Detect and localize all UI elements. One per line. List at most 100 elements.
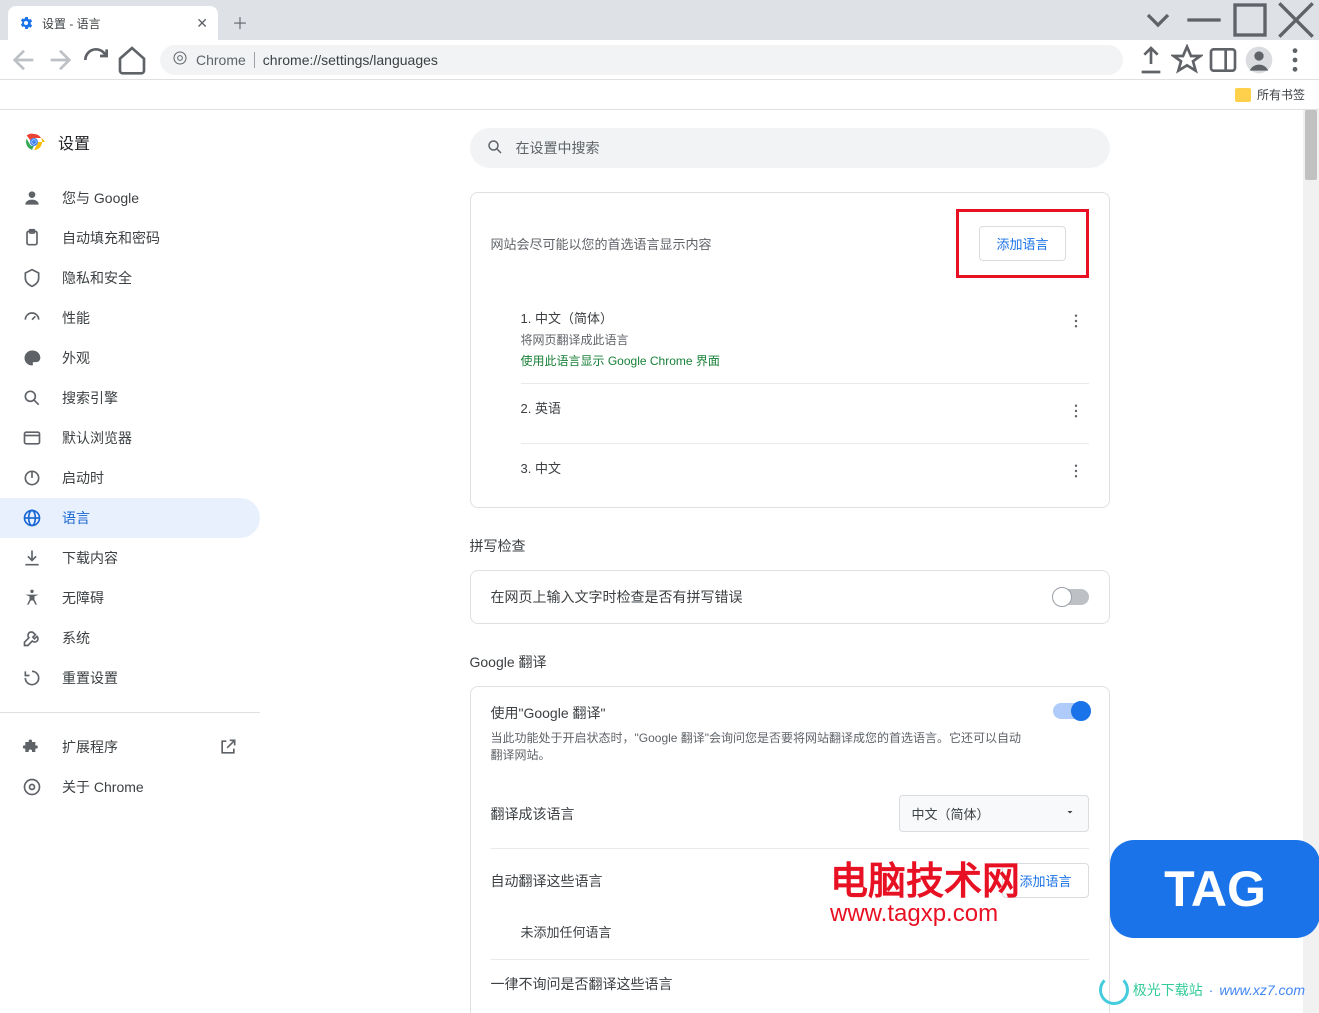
spell-check-card: 在网页上输入文字时检查是否有拼写错误 (470, 570, 1110, 624)
more-icon[interactable] (1063, 308, 1089, 339)
settings-header: 设置 (0, 130, 260, 168)
language-item: 3. 中文 (521, 443, 1089, 503)
browser-icon (22, 428, 42, 448)
nav-search[interactable]: 搜索引擎 (0, 378, 260, 418)
chrome-label: Chrome (196, 52, 246, 68)
translate-target-select[interactable]: 中文（简体） (899, 795, 1089, 832)
nav-extensions[interactable]: 扩展程序 (0, 727, 260, 767)
home-button[interactable] (116, 44, 148, 76)
search-icon (22, 388, 42, 408)
browser-toolbar: Chrome chrome://settings/languages (0, 40, 1319, 80)
tab-title: 设置 - 语言 (42, 15, 101, 32)
nav-downloads[interactable]: 下载内容 (0, 538, 260, 578)
preferred-languages-card: 网站会尽可能以您的首选语言显示内容 添加语言 1. 中文（简体） 将网页翻译成此… (470, 192, 1110, 508)
forward-button[interactable] (44, 44, 76, 76)
settings-title: 设置 (58, 130, 90, 154)
never-item: 英语 (471, 1008, 1109, 1013)
speedometer-icon (22, 308, 42, 328)
external-link-icon (218, 737, 238, 757)
nav-startup[interactable]: 启动时 (0, 458, 260, 498)
spell-check-title: 拼写检查 (470, 532, 1110, 560)
auto-add-language-button[interactable]: 添加语言 (1002, 863, 1088, 898)
minimize-button[interactable] (1181, 0, 1227, 40)
chrome-logo-icon (22, 130, 46, 154)
power-icon (22, 468, 42, 488)
extension-icon (22, 737, 42, 757)
nav-about[interactable]: 关于 Chrome (0, 767, 260, 807)
wrench-icon (22, 628, 42, 648)
download-icon (22, 548, 42, 568)
maximize-button[interactable] (1227, 0, 1273, 40)
search-icon (486, 138, 504, 159)
omnibox-divider (254, 52, 255, 68)
all-bookmarks-label[interactable]: 所有书签 (1257, 86, 1305, 103)
translate-title: Google 翻译 (470, 648, 1110, 676)
settings-nav: 您与 Google 自动填充和密码 隐私和安全 性能 外观 搜索引擎 默认浏览器… (0, 178, 260, 807)
new-tab-button[interactable]: ＋ (226, 8, 254, 36)
nav-performance[interactable]: 性能 (0, 298, 260, 338)
search-placeholder: 在设置中搜索 (516, 138, 600, 158)
nav-autofill[interactable]: 自动填充和密码 (0, 218, 260, 258)
gear-icon (18, 15, 34, 31)
nav-reset[interactable]: 重置设置 (0, 658, 260, 698)
use-translate-row: 使用"Google 翻译" 当此功能处于开启状态时，"Google 翻译"会询问… (471, 687, 1109, 779)
auto-translate-none: 未添加任何语言 (471, 912, 1109, 959)
person-icon (22, 188, 42, 208)
preferred-desc: 网站会尽可能以您的首选语言显示内容 (491, 234, 712, 253)
window-titlebar: 设置 - 语言 ✕ ＋ (0, 0, 1319, 40)
language-list: 1. 中文（简体） 将网页翻译成此语言 使用此语言显示 Google Chrom… (471, 294, 1109, 507)
auto-translate-row: 自动翻译这些语言 添加语言 (471, 849, 1109, 912)
more-icon[interactable] (1063, 458, 1089, 489)
nav-divider (0, 712, 260, 713)
nav-accessibility[interactable]: 无障碍 (0, 578, 260, 618)
more-icon[interactable] (1063, 398, 1089, 429)
tag-badge: TAG (1110, 840, 1319, 938)
content-area: 设置 您与 Google 自动填充和密码 隐私和安全 性能 外观 搜索引擎 默认… (0, 110, 1319, 1013)
menu-button[interactable] (1279, 44, 1311, 76)
address-bar[interactable]: Chrome chrome://settings/languages (160, 45, 1123, 75)
close-tab-icon[interactable]: ✕ (196, 15, 208, 32)
url-text: chrome://settings/languages (263, 52, 438, 68)
bookmark-button[interactable] (1171, 44, 1203, 76)
reset-icon (22, 668, 42, 688)
scrollbar-thumb[interactable] (1305, 110, 1317, 180)
back-button[interactable] (8, 44, 40, 76)
spell-check-row: 在网页上输入文字时检查是否有拼写错误 (471, 571, 1109, 623)
chrome-small-icon (22, 777, 42, 797)
browser-tab[interactable]: 设置 - 语言 ✕ (8, 6, 218, 40)
settings-sidebar: 设置 您与 Google 自动填充和密码 隐私和安全 性能 外观 搜索引擎 默认… (0, 110, 260, 1013)
accessibility-icon (22, 588, 42, 608)
never-translate-row: 一律不询问是否翻译这些语言 (471, 960, 1109, 1008)
window-controls (1135, 0, 1319, 40)
nav-default-browser[interactable]: 默认浏览器 (0, 418, 260, 458)
chevron-down-icon (1064, 806, 1076, 821)
language-item: 1. 中文（简体） 将网页翻译成此语言 使用此语言显示 Google Chrom… (521, 294, 1089, 383)
chrome-icon (172, 50, 188, 69)
shield-icon (22, 268, 42, 288)
clipboard-icon (22, 228, 42, 248)
settings-search-input[interactable]: 在设置中搜索 (470, 128, 1110, 168)
settings-main: 在设置中搜索 网站会尽可能以您的首选语言显示内容 添加语言 1. 中文（简体） … (260, 110, 1319, 1013)
preferred-languages-header: 网站会尽可能以您的首选语言显示内容 添加语言 (471, 193, 1109, 294)
dropdown-icon[interactable] (1135, 0, 1181, 40)
share-button[interactable] (1135, 44, 1167, 76)
nav-you-google[interactable]: 您与 Google (0, 178, 260, 218)
nav-system[interactable]: 系统 (0, 618, 260, 658)
spell-check-toggle[interactable] (1053, 589, 1089, 605)
nav-appearance[interactable]: 外观 (0, 338, 260, 378)
use-translate-toggle[interactable] (1053, 703, 1089, 719)
add-language-highlight: 添加语言 (956, 209, 1088, 278)
language-item: 2. 英语 (521, 383, 1089, 443)
palette-icon (22, 348, 42, 368)
bookmarks-bar: 所有书签 (0, 80, 1319, 110)
close-window-button[interactable] (1273, 0, 1319, 40)
translate-card: 使用"Google 翻译" 当此功能处于开启状态时，"Google 翻译"会询问… (470, 686, 1110, 1013)
sidepanel-button[interactable] (1207, 44, 1239, 76)
nav-languages[interactable]: 语言 (0, 498, 260, 538)
folder-icon (1235, 88, 1251, 102)
profile-button[interactable] (1243, 44, 1275, 76)
scrollbar[interactable] (1303, 110, 1319, 1013)
nav-privacy[interactable]: 隐私和安全 (0, 258, 260, 298)
reload-button[interactable] (80, 44, 112, 76)
add-language-button[interactable]: 添加语言 (979, 226, 1065, 261)
